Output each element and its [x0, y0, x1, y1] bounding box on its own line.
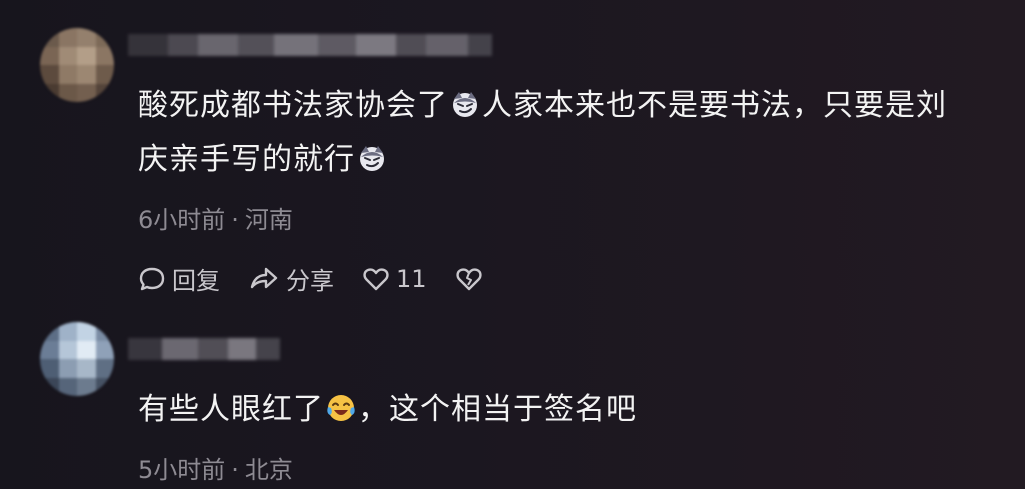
- comment-text-line1: 酸死成都书法家协会了: [138, 88, 448, 123]
- comment-meta: 5小时前 · 北京: [138, 450, 293, 485]
- comment-location: 河南: [244, 206, 293, 234]
- smirk-emoji-icon: [360, 146, 384, 171]
- comment-1: 酸死成都书法家协会了 人家本来也不是要书法，只要是刘 庆亲手写的就行 6小时前 ·…: [0, 0, 1025, 300]
- avatar[interactable]: [40, 28, 114, 102]
- comment-actions: 回复 分享 11: [138, 261, 517, 296]
- heart-icon: [363, 267, 389, 290]
- comment-time: 5小时前: [138, 456, 226, 484]
- username-blurred[interactable]: [128, 338, 280, 360]
- share-button[interactable]: 分享: [248, 261, 334, 296]
- comment-text-line2-row: 庆亲手写的就行: [138, 134, 389, 186]
- comment-text-line1-after: 人家本来也不是要书法，只要是刘: [482, 88, 947, 123]
- meta-separator: ·: [231, 456, 239, 484]
- comment-text-line2: 庆亲手写的就行: [138, 142, 355, 177]
- comment-text: 酸死成都书法家协会了 人家本来也不是要书法，只要是刘: [138, 80, 947, 132]
- like-button[interactable]: 11: [362, 265, 427, 293]
- avatar[interactable]: [40, 322, 114, 396]
- comment-meta: 6小时前 · 河南: [138, 200, 293, 235]
- crying-laughing-emoji-icon: [327, 395, 355, 421]
- dislike-button[interactable]: [455, 265, 489, 293]
- comment-2: 有些人眼红了 ，这个相当于签名吧 5小时前 · 北京: [0, 300, 1025, 489]
- meta-separator: ·: [231, 206, 239, 234]
- comment-bubble-icon: [139, 267, 165, 290]
- comment-text-after: ，这个相当于签名吧: [358, 392, 637, 427]
- reply-label: 回复: [172, 267, 220, 295]
- comment-text: 有些人眼红了 ，这个相当于签名吧: [138, 384, 637, 436]
- smirk-emoji-icon: [453, 92, 477, 117]
- broken-heart-icon: [455, 267, 482, 290]
- username-blurred[interactable]: [128, 34, 492, 56]
- share-arrow-icon: [250, 267, 278, 288]
- reply-button[interactable]: 回复: [138, 261, 220, 296]
- comment-time: 6小时前: [138, 206, 226, 234]
- like-count: 11: [396, 264, 427, 293]
- comment-location: 北京: [244, 456, 293, 484]
- share-label: 分享: [286, 267, 334, 295]
- comment-text-before: 有些人眼红了: [138, 392, 324, 427]
